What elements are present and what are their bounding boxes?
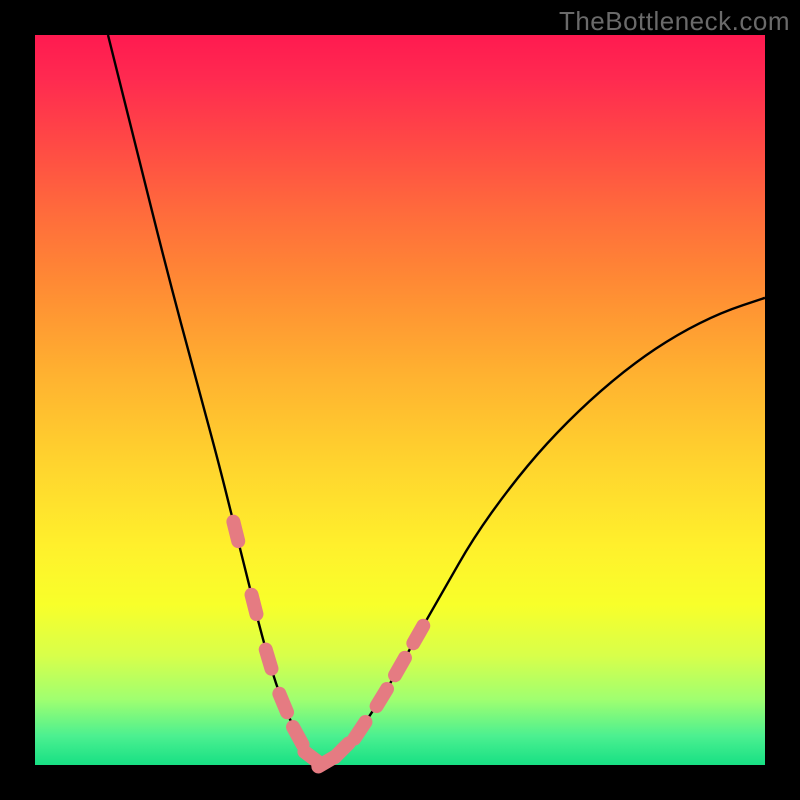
- curve-marker: [270, 685, 296, 722]
- curve-marker: [385, 648, 414, 684]
- curve-svg: [35, 35, 765, 765]
- curve-marker: [243, 586, 265, 622]
- curve-marker: [225, 513, 247, 549]
- curve-marker: [367, 679, 397, 715]
- curve-marker: [404, 616, 433, 652]
- plot-area: [35, 35, 765, 765]
- chart-frame: TheBottleneck.com: [0, 0, 800, 800]
- curve-marker: [257, 641, 280, 678]
- bottleneck-curve: [108, 35, 765, 763]
- curve-marker: [345, 712, 376, 748]
- curve-markers: [225, 513, 433, 776]
- watermark-text: TheBottleneck.com: [559, 6, 790, 37]
